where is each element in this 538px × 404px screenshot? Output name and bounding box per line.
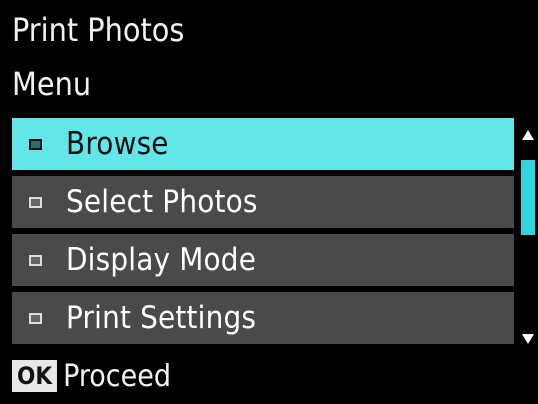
square-bullet-icon [29, 196, 42, 208]
menu-item-browse[interactable]: Browse [12, 118, 514, 170]
menu-item-label: Print Settings [66, 300, 257, 336]
menu-item-display-mode[interactable]: Display Mode [12, 234, 514, 286]
menu-item-label: Display Mode [66, 242, 257, 278]
square-bullet-icon [29, 312, 42, 324]
square-bullet-icon [29, 254, 42, 266]
scrollbar[interactable] [518, 118, 538, 348]
menu-item-label: Select Photos [66, 184, 258, 220]
menu-item-print-settings[interactable]: Print Settings [12, 292, 514, 344]
menu-item-label: Browse [66, 126, 169, 162]
menu-list: Browse Select Photos Display Mode Print … [12, 118, 514, 350]
scroll-thumb[interactable] [521, 160, 535, 235]
ok-button-badge: OK [12, 360, 58, 392]
footer-hint: OK Proceed [12, 356, 171, 396]
triangle-up-icon[interactable] [522, 130, 534, 140]
triangle-down-icon[interactable] [522, 334, 534, 344]
square-bullet-icon [29, 138, 42, 150]
screen-subtitle: Menu [12, 65, 92, 103]
menu-item-select-photos[interactable]: Select Photos [12, 176, 514, 228]
screen-title: Print Photos [12, 11, 185, 49]
footer-action-text: Proceed [63, 358, 171, 394]
